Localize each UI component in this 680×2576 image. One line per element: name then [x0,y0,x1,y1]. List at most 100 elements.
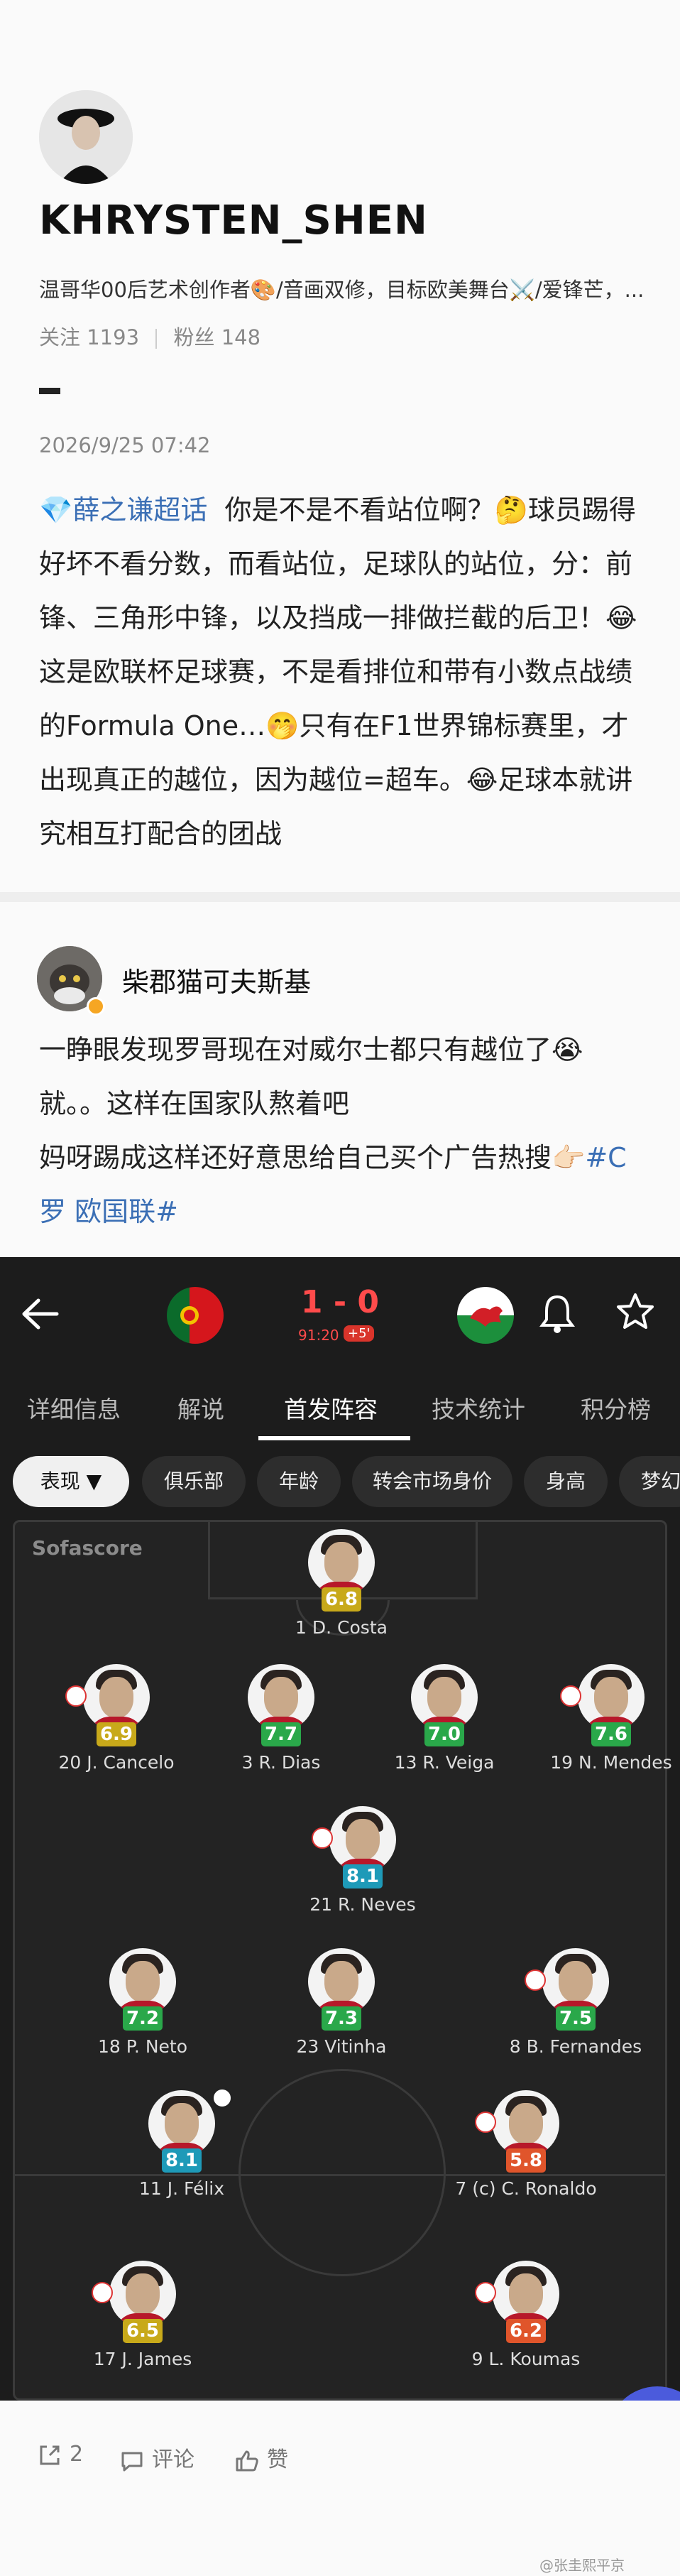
player-name: 11 J. Félix [138,2178,225,2199]
tab-details[interactable]: 详细信息 [27,1391,121,1425]
player-rating: 5.8 [506,2148,546,2173]
comment-icon [121,2452,143,2471]
comment-button[interactable]: 评论 [119,2442,194,2474]
player-photo [493,2261,559,2327]
divider [155,329,158,349]
goal-ball-icon [212,2087,233,2109]
tab-lineups[interactable]: 首发阵容 [284,1391,378,1425]
player-photo [542,1948,609,2015]
substitution-icon [65,1685,87,1707]
player-marker[interactable]: 8.1 11 J. Félix [97,2087,267,2199]
chip-age[interactable]: 年龄 [257,1456,341,1507]
star-icon[interactable] [615,1291,656,1332]
player-photo [329,1806,396,1873]
post-line: 妈呀踢成这样还好意思给自己买个广告热搜👉🏻 [39,1142,586,1173]
match-tabs: 详细信息 解说 首发阵容 技术统计 积分榜 [0,1371,680,1442]
post-date: 2026/9/25 07:42 [39,433,211,457]
player-photo [148,2090,215,2157]
following-label[interactable]: 关注 [39,325,80,349]
player-marker[interactable]: 8.1 21 R. Neves [278,1806,448,1915]
player-marker[interactable]: 7.2 18 P. Neto [57,1948,228,2057]
player-photo [578,1664,645,1731]
player-rating: 8.1 [343,1864,383,1888]
player-marker[interactable]: 7.7 3 R. Dias [196,1664,366,1773]
share-button[interactable]: 2 [37,2442,83,2468]
share-count: 2 [70,2442,84,2467]
player-name: 20 J. Cancelo [58,1752,175,1773]
sofascore-logo: Sofascore [32,1536,143,1560]
portugal-flag-icon[interactable] [167,1287,224,1344]
player-marker[interactable]: 5.8 7 (c) C. Ronaldo [441,2090,611,2199]
player-photo [493,2090,559,2157]
player-name: 13 R. Veiga [394,1752,495,1773]
player-name: 17 J. James [93,2349,192,2369]
post-card-1: KHRYSTEN_SHEN 温哥华00后艺术创作者🎨/音画双修，目标欧美舞台⚔️… [0,0,680,892]
player-rating: 6.9 [97,1722,136,1746]
substitution-icon [312,1827,333,1849]
player-marker[interactable]: 7.5 8 B. Fernandes [490,1948,661,2057]
match-screenshot: 1 - 0 91:20 +5' 详细信息 解说 首发阵容 技术统计 积分榜 表现… [0,1257,680,2401]
username[interactable]: KHRYSTEN_SHEN [39,197,428,244]
player-marker[interactable]: 6.2 9 L. Koumas [441,2261,611,2369]
chip-fantasy[interactable]: 梦幻 [619,1456,680,1507]
player-marker[interactable]: 7.0 13 R. Veiga [359,1664,530,1773]
user-bio: 温哥华00后艺术创作者🎨/音画双修，目标欧美舞台⚔️/爱锋芒，... [39,278,645,302]
player-rating: 7.0 [424,1722,464,1746]
watermark: @张圭熙平京 [539,2557,625,2574]
tab-commentary[interactable]: 解说 [177,1391,224,1425]
player-name: 18 P. Neto [97,2036,187,2057]
comment-label: 评论 [152,2447,194,2472]
post-text: 一睁眼发现罗哥现在对威尔士都只有越位了😭 就。。这样在国家队熬着吧 妈呀踢成这样… [39,1023,649,1239]
added-time-badge: +5' [344,1325,375,1342]
player-photo [308,1529,375,1596]
post-line: 就。。这样在国家队熬着吧 [39,1088,350,1119]
wales-flag-icon[interactable] [457,1287,514,1344]
back-arrow-icon[interactable] [20,1296,62,1332]
player-rating: 6.8 [322,1587,361,1612]
match-header: 1 - 0 91:20 +5' [0,1257,680,1371]
avatar[interactable] [39,90,133,184]
author-name[interactable]: 柴郡猫可夫斯基 [122,960,311,999]
player-name: 9 L. Koumas [471,2349,581,2369]
chip-height[interactable]: 身高 [524,1456,608,1507]
player-marker[interactable]: 7.6 19 N. Mendes [526,1664,680,1773]
followers-count[interactable]: 148 [221,325,261,349]
player-name: 1 D. Costa [295,1617,388,1638]
thumbs-up-icon [236,2450,258,2471]
player-marker[interactable]: 6.8 1 D. Costa [256,1529,427,1638]
tab-standings[interactable]: 积分榜 [581,1391,651,1425]
player-marker[interactable]: 6.5 17 J. James [57,2261,228,2369]
followers-label[interactable]: 粉丝 [173,325,214,349]
following-count[interactable]: 1193 [87,325,139,349]
player-name: 7 (c) C. Ronaldo [455,2178,597,2199]
like-button[interactable]: 赞 [234,2442,288,2474]
player-rating: 6.2 [506,2319,546,2343]
bell-icon[interactable] [539,1293,575,1335]
player-marker[interactable]: 6.9 20 J. Cancelo [31,1664,202,1773]
substitution-icon [475,2112,496,2133]
match-minute: 91:20 [298,1327,339,1344]
chip-market-value[interactable]: 转会市场身价 [352,1456,512,1507]
share-icon [40,2445,60,2464]
player-photo [248,1664,314,1731]
player-photo [109,1948,176,2015]
substitution-icon [475,2282,496,2303]
like-label: 赞 [267,2447,288,2472]
player-marker[interactable]: 7.3 23 Vitinha [256,1948,427,2057]
topic-link[interactable]: 💎薛之谦超话 [39,494,207,526]
substitution-icon [525,1969,546,1991]
chip-performance[interactable]: 表现 ▼ [13,1456,129,1507]
pitch: Sofascore 6.8 1 D. Costa 6.9 20 J. Cancelo 7… [13,1520,672,2401]
player-photo [109,2261,176,2327]
player-name: 21 R. Neves [309,1894,416,1915]
filter-chips: 表现 ▼ 俱乐部 年龄 转会市场身价 身高 梦幻 [0,1442,680,1513]
substitution-icon [92,2282,113,2303]
chip-club[interactable]: 俱乐部 [142,1456,246,1507]
player-rating: 7.7 [261,1722,301,1746]
tab-statistics[interactable]: 技术统计 [432,1391,525,1425]
match-score: 1 - 0 [300,1284,380,1320]
player-name: 8 B. Fernandes [509,2036,642,2057]
player-rating: 7.2 [123,2006,163,2031]
player-photo [411,1664,478,1731]
player-name: 23 Vitinha [296,2036,387,2057]
